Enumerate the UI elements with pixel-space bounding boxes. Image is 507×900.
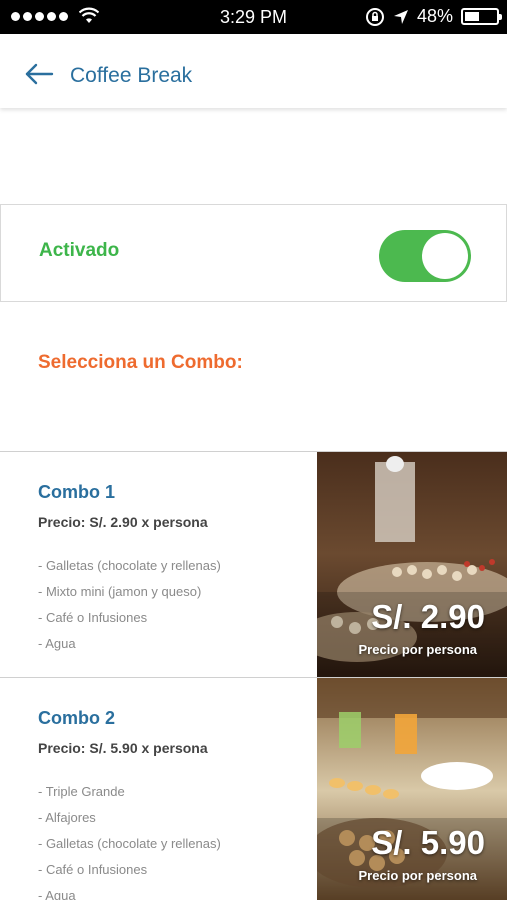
section-title: Selecciona un Combo:	[38, 352, 243, 373]
combo-items-list: - Triple Grande - Alfajores - Galletas (…	[38, 784, 221, 900]
combo-item: - Café o Infusiones	[38, 610, 148, 625]
combo-item: - Galletas (chocolate y rellenas)	[38, 558, 221, 573]
combo-item: - Galletas (chocolate y rellenas)	[38, 836, 221, 851]
combo-name: Combo 1	[38, 482, 116, 502]
combo-item: - Mixto mini (jamon y queso)	[38, 584, 202, 599]
battery-percent: 48%	[416, 6, 453, 26]
combo-price-line: Precio: S/. 2.90 x persona	[38, 514, 208, 530]
combo-item: - Alfajores	[38, 810, 96, 825]
status-bar: 3:29 PM 48%	[0, 0, 507, 34]
battery-icon	[461, 8, 502, 25]
combo-name: Combo 2	[38, 708, 116, 728]
toggle-label: Activado	[39, 240, 120, 261]
combo-item: - Agua	[38, 888, 76, 900]
activation-card: Activado	[0, 204, 507, 302]
combo-photo: S/. 5.90 Precio por persona	[317, 678, 507, 900]
combo-big-price: S/. 2.90	[371, 598, 485, 635]
combo-item: - Agua	[38, 636, 76, 651]
combo-item: - Café o Infusiones	[38, 862, 148, 877]
combo-per-person-label: Precio por persona	[358, 642, 477, 657]
combo-per-person-label: Precio por persona	[358, 868, 477, 883]
combo-price-line: Precio: S/. 5.90 x persona	[38, 740, 208, 756]
combo-big-price: S/. 5.90	[371, 824, 485, 861]
activation-toggle[interactable]	[379, 230, 471, 282]
combo-photo: S/. 2.90 Precio por persona	[317, 452, 507, 678]
location-arrow-icon	[393, 9, 408, 24]
arrow-left-icon	[25, 63, 54, 85]
rotation-lock-icon	[365, 7, 384, 26]
toggle-knob	[422, 233, 468, 279]
combo-card-1[interactable]: Combo 1 Precio: S/. 2.90 x persona - Gal…	[0, 451, 507, 678]
page-title: Coffee Break	[70, 64, 193, 87]
app-header: Coffee Break	[0, 34, 507, 108]
combo-card-2[interactable]: Combo 2 Precio: S/. 5.90 x persona - Tri…	[0, 677, 507, 900]
combo-item: - Triple Grande	[38, 784, 125, 799]
combo-items-list: - Galletas (chocolate y rellenas) - Mixt…	[38, 558, 221, 662]
back-button[interactable]	[24, 62, 54, 86]
